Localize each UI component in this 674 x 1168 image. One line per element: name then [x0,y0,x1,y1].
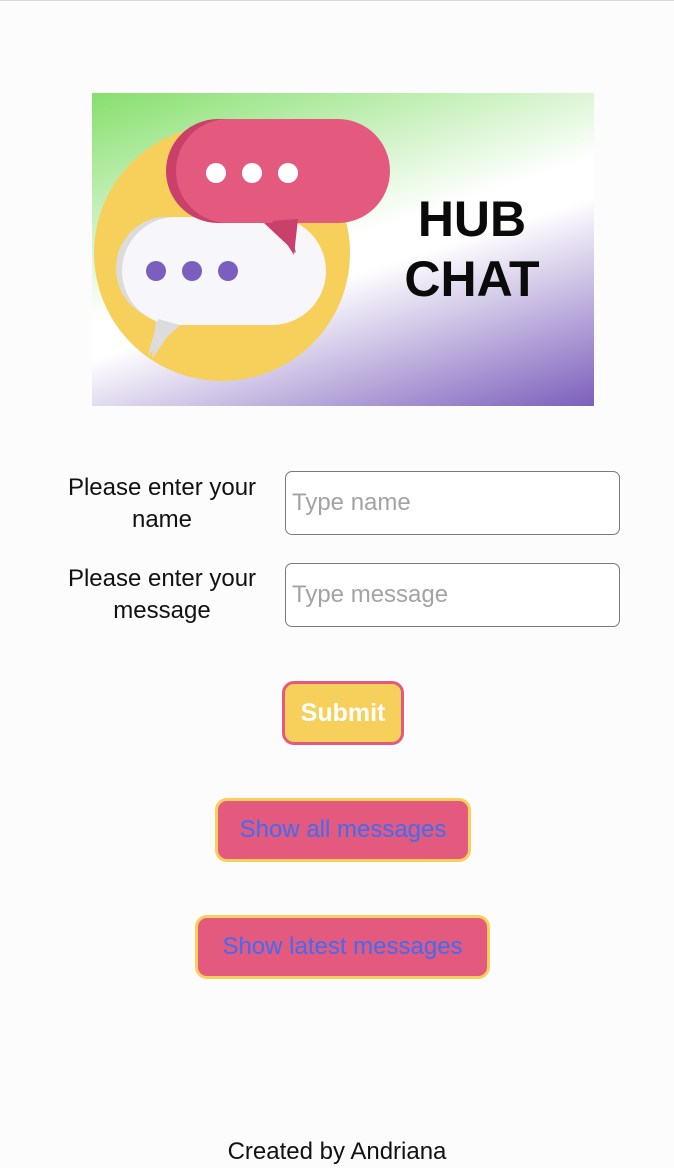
brand-title-line2: CHAT [404,251,540,307]
message-label: Please enter your message [67,565,257,624]
app-page: HUB CHAT Please enter your name Please e… [0,0,674,1168]
name-input[interactable] [285,471,620,535]
message-input[interactable] [285,563,620,627]
submit-button[interactable]: Submit [282,681,404,745]
brand-title: HUB CHAT [392,189,552,309]
show-latest-messages-button[interactable]: Show latest messages [195,915,490,979]
hub-chat-banner: HUB CHAT [92,93,594,406]
footer-credit: Created by Andriana [227,1138,447,1165]
name-label: Please enter your name [67,474,257,533]
brand-title-line1: HUB [417,191,527,247]
show-all-messages-button[interactable]: Show all messages [215,798,471,862]
